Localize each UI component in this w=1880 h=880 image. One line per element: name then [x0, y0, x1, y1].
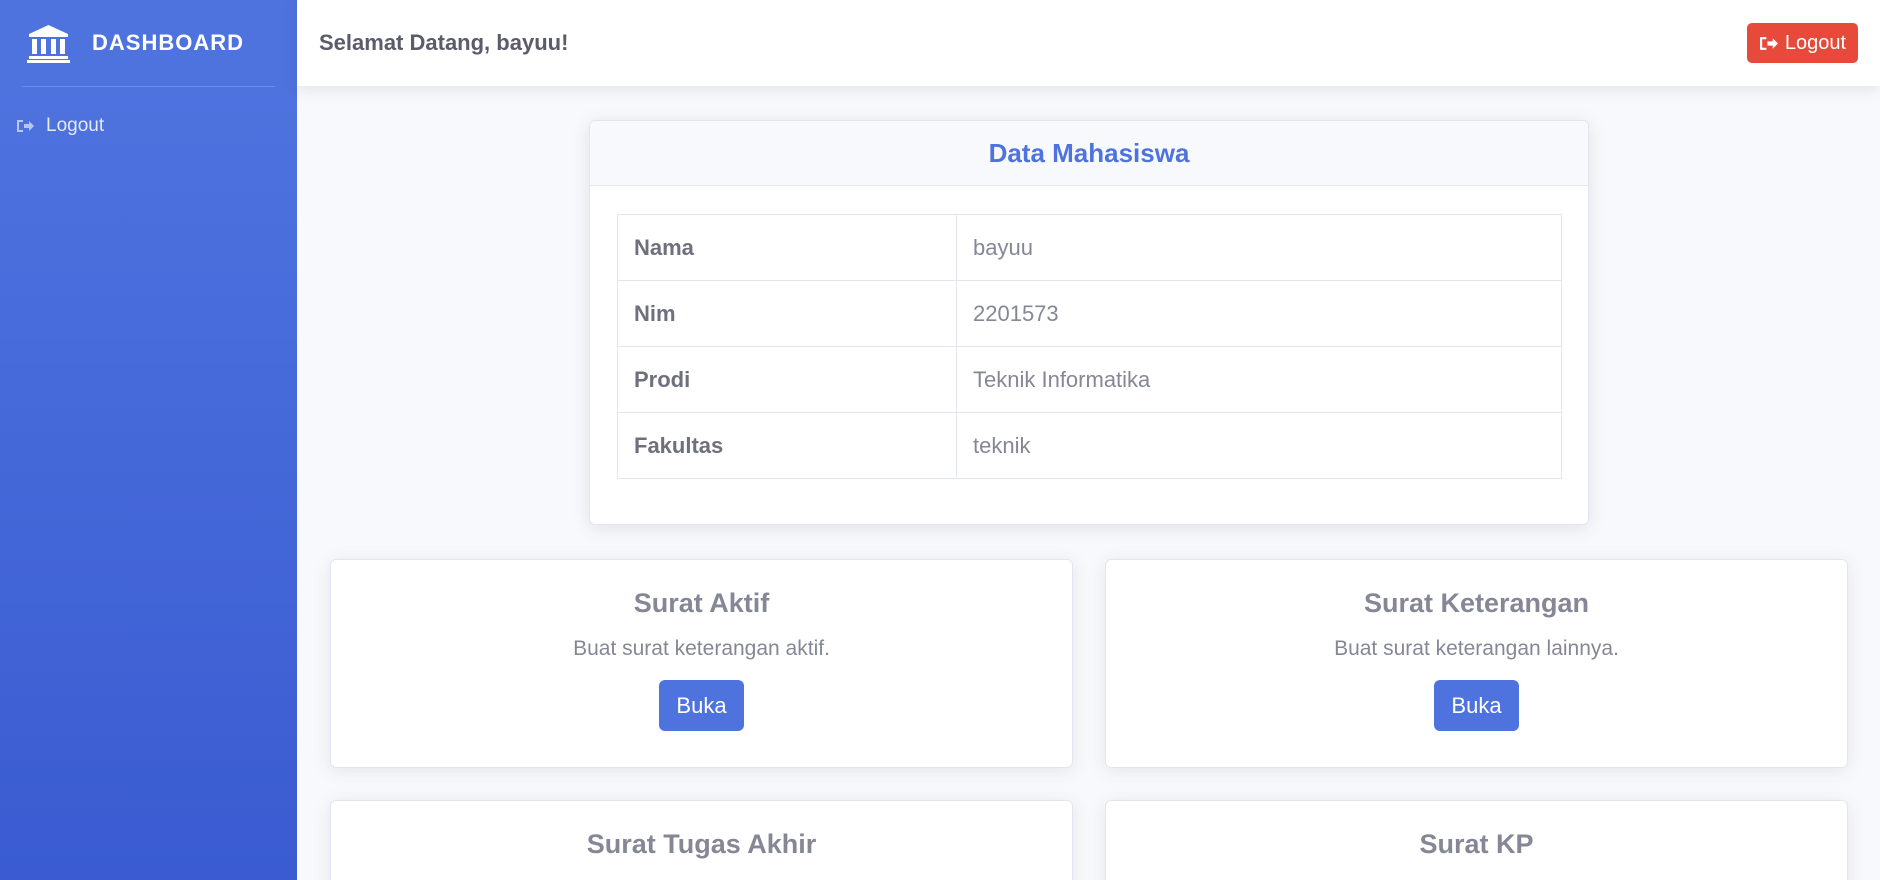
student-card-header: Data Mahasiswa	[590, 121, 1588, 186]
sidebar: DASHBOARD Logout	[0, 0, 297, 880]
sidebar-divider	[22, 86, 275, 87]
student-card-title: Data Mahasiswa	[988, 137, 1190, 168]
sign-out-icon	[1759, 36, 1778, 50]
open-surat-aktif-button[interactable]: Buka	[659, 680, 744, 731]
table-row: Fakultas teknik	[617, 412, 1562, 479]
service-description: Buat surat keterangan lainnya.	[1334, 637, 1619, 660]
brand-title: DASHBOARD	[92, 30, 244, 55]
table-row: Nim 2201573	[617, 280, 1562, 347]
row-key: Nama	[617, 214, 957, 281]
service-title: Surat KP	[1419, 829, 1534, 859]
row-key: Fakultas	[617, 412, 957, 479]
sign-out-icon	[17, 120, 34, 132]
university-icon	[27, 25, 70, 63]
service-description: Buat surat keterangan aktif.	[573, 637, 830, 660]
welcome-message: Selamat Datang, bayuu!	[319, 30, 569, 55]
logout-button-label: Logout	[1784, 31, 1846, 54]
row-value: 2201573	[956, 280, 1562, 347]
service-title: Surat Aktif	[633, 588, 770, 618]
logout-button[interactable]: Logout	[1746, 23, 1858, 63]
row-key: Prodi	[617, 346, 957, 413]
open-surat-keterangan-button[interactable]: Buka	[1434, 680, 1519, 731]
table-row: Nama bayuu	[617, 214, 1562, 281]
service-card-surat-tugas-akhir: Surat Tugas Akhir	[330, 800, 1073, 880]
row-value: bayuu	[956, 214, 1562, 281]
topbar: Selamat Datang, bayuu! Logout	[297, 0, 1880, 86]
sidebar-item-label: Logout	[46, 115, 105, 136]
sidebar-brand[interactable]: DASHBOARD	[0, 0, 297, 86]
service-title: Surat Keterangan	[1363, 588, 1590, 618]
service-card-surat-kp: Surat KP	[1105, 800, 1848, 880]
service-card-surat-aktif: Surat Aktif Buat surat keterangan aktif.…	[330, 559, 1073, 768]
table-row: Prodi Teknik Informatika	[617, 346, 1562, 413]
row-key: Nim	[617, 280, 957, 347]
sidebar-item-logout[interactable]: Logout	[0, 115, 297, 137]
row-value: Teknik Informatika	[956, 346, 1562, 413]
row-value: teknik	[956, 412, 1562, 479]
service-card-surat-keterangan: Surat Keterangan Buat surat keterangan l…	[1105, 559, 1848, 768]
student-data-table: Nama bayuu Nim 2201573 Prodi Teknik Info…	[617, 214, 1562, 479]
service-title: Surat Tugas Akhir	[586, 829, 817, 859]
student-data-card: Data Mahasiswa Nama bayuu Nim 2201573 Pr…	[589, 120, 1589, 525]
